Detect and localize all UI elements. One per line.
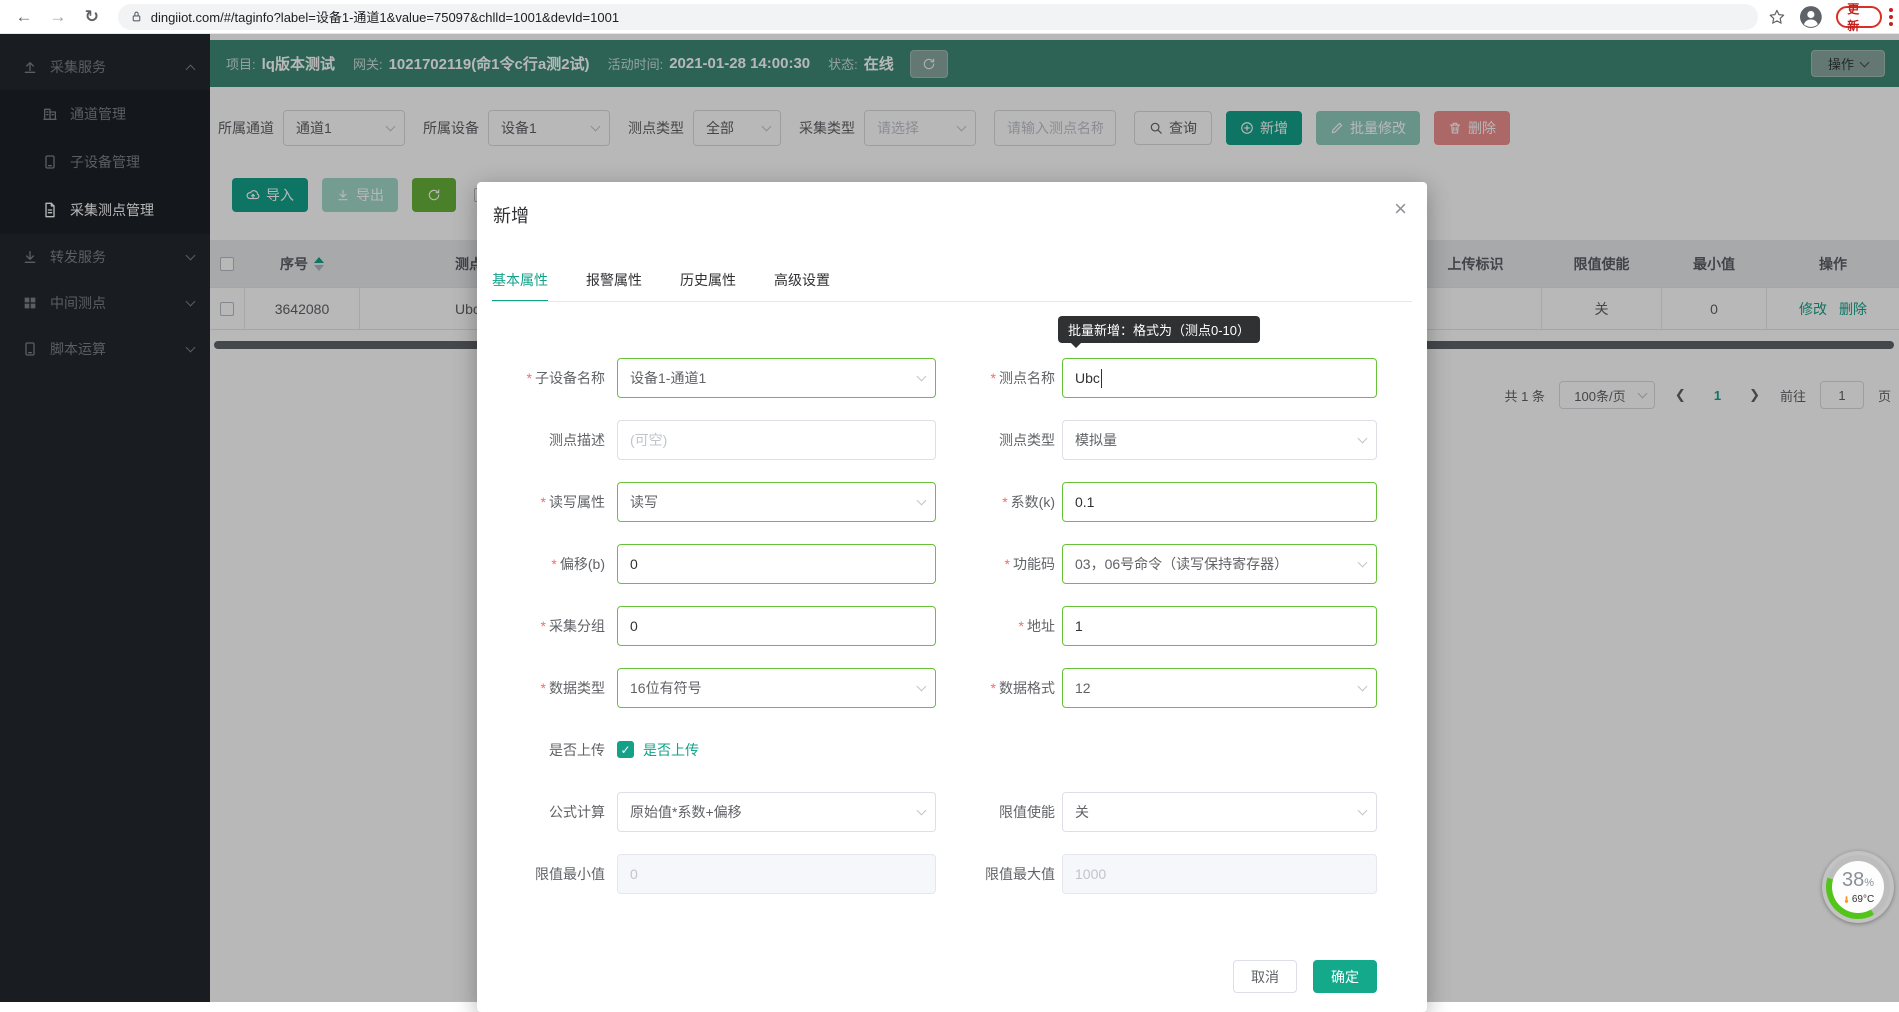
- data-type-select[interactable]: 16位有符号: [617, 668, 936, 708]
- offset-input[interactable]: [630, 545, 923, 583]
- collect-group-input[interactable]: [630, 607, 923, 645]
- browser-back-button[interactable]: ←: [14, 7, 34, 27]
- point-desc-field: [617, 420, 936, 460]
- limit-max-field: [1062, 854, 1377, 894]
- coefficient-field: [1062, 482, 1377, 522]
- point-name-input[interactable]: Ubc: [1062, 358, 1377, 398]
- dialog-tabs: 基本属性 报警属性 历史属性 高级设置: [492, 270, 868, 302]
- chevron-down-icon: [1358, 806, 1368, 816]
- limit-min-field: [617, 854, 936, 894]
- upload-checkbox-group: ✓ 是否上传: [617, 730, 699, 770]
- temperature-value: 69°C: [1852, 894, 1874, 905]
- rw-attr-select[interactable]: 读写: [617, 482, 936, 522]
- lock-icon: [130, 10, 143, 23]
- close-icon[interactable]: ×: [1394, 198, 1407, 220]
- data-format-select[interactable]: 12: [1062, 668, 1377, 708]
- dialog-title: 新增: [493, 202, 529, 228]
- chevron-down-icon: [1358, 434, 1368, 444]
- coefficient-input[interactable]: [1075, 483, 1364, 521]
- limit-min-input: [630, 855, 923, 893]
- tab-basic[interactable]: 基本属性: [492, 270, 548, 302]
- batch-add-tooltip: 批量新增：格式为（测点0-10）: [1058, 316, 1260, 343]
- add-point-dialog: 新增 × 基本属性 报警属性 历史属性 高级设置 批量新增：格式为（测点0-10…: [477, 182, 1427, 1012]
- subdevice-select[interactable]: 设备1-通道1: [617, 358, 936, 398]
- profile-avatar-icon[interactable]: [1799, 5, 1823, 29]
- browser-chrome: ← → ↻ dingiiot.com/#/taginfo?label=设备1-通…: [0, 0, 1899, 34]
- chevron-down-icon: [917, 496, 927, 506]
- address-bar[interactable]: dingiiot.com/#/taginfo?label=设备1-通道1&val…: [118, 4, 1758, 30]
- chevron-down-icon: [917, 806, 927, 816]
- gauge-ring: 38% 69°C: [1826, 855, 1890, 919]
- text-cursor: [1101, 369, 1103, 388]
- address-input[interactable]: [1075, 607, 1364, 645]
- tab-history[interactable]: 历史属性: [680, 270, 736, 302]
- chevron-down-icon: [1358, 558, 1368, 568]
- thermometer-icon: [1842, 894, 1851, 905]
- browser-reload-button[interactable]: ↻: [82, 7, 102, 27]
- confirm-button[interactable]: 确定: [1313, 960, 1377, 993]
- tabs-divider: [492, 301, 1412, 302]
- upload-checkbox-label[interactable]: 是否上传: [643, 730, 699, 770]
- bookmark-star-icon[interactable]: [1768, 8, 1786, 26]
- function-code-select[interactable]: 03，06号命令（读写保持寄存器）: [1062, 544, 1377, 584]
- point-desc-input[interactable]: [630, 421, 923, 459]
- tab-advanced[interactable]: 高级设置: [774, 270, 830, 302]
- limit-max-input: [1075, 855, 1364, 893]
- cancel-button[interactable]: 取消: [1233, 960, 1297, 993]
- address-field: [1062, 606, 1377, 646]
- offset-field: [617, 544, 936, 584]
- url-text: dingiiot.com/#/taginfo?label=设备1-通道1&val…: [151, 7, 619, 26]
- chevron-down-icon: [1358, 682, 1368, 692]
- basic-properties-form: *子设备名称 设备1-通道1 *测点名称 Ubc 测点描述: [477, 358, 1427, 916]
- percent-gauge-badge[interactable]: 38% 69°C: [1822, 851, 1894, 923]
- point-type-select[interactable]: 模拟量: [1062, 420, 1377, 460]
- browser-forward-button[interactable]: →: [48, 7, 68, 27]
- chevron-down-icon: [917, 372, 927, 382]
- tab-alarm[interactable]: 报警属性: [586, 270, 642, 302]
- formula-select[interactable]: 原始值*系数+偏移: [617, 792, 936, 832]
- collect-group-field: [617, 606, 936, 646]
- upload-checkbox[interactable]: ✓: [617, 741, 634, 758]
- browser-update-button[interactable]: 更新: [1836, 6, 1882, 28]
- dialog-footer: 取消 确定: [1233, 960, 1377, 993]
- chevron-down-icon: [917, 682, 927, 692]
- browser-menu-icon[interactable]: [1889, 8, 1893, 26]
- limit-enable-select[interactable]: 关: [1062, 792, 1377, 832]
